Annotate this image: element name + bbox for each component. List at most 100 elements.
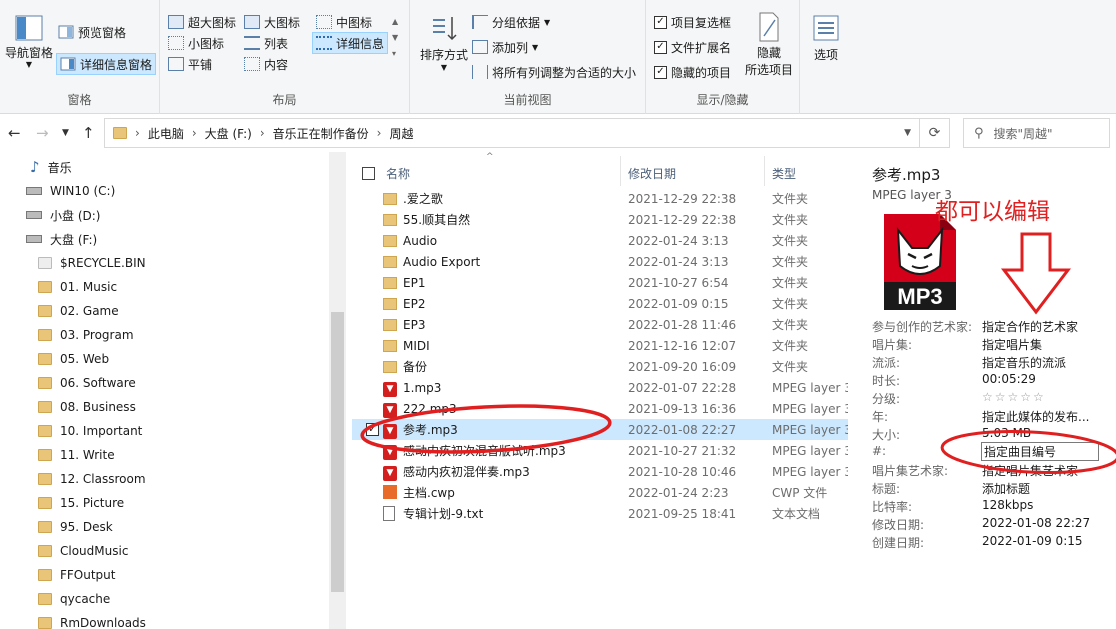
hide-selected-button[interactable]: 隐藏 所选项目 <box>742 12 796 78</box>
file-row[interactable]: ✓ ▼ 参考.mp3 2022-01-08 22:27 MPEG layer 3 <box>352 419 848 440</box>
file-row[interactable]: .爱之歌 2021-12-29 22:38 文件夹 <box>352 188 848 209</box>
details-pane-button[interactable]: 详细信息窗格 <box>56 53 157 75</box>
file-row[interactable]: 55.顺其自然 2021-12-29 22:38 文件夹 <box>352 209 848 230</box>
breadcrumb-item[interactable]: 音乐正在制作备份 <box>273 125 369 142</box>
file-row[interactable]: EP2 2022-01-09 0:15 文件夹 <box>352 293 848 314</box>
nav-item[interactable]: WIN10 (C:) <box>26 180 115 202</box>
property-row[interactable]: 年: 指定此媒体的发布... <box>872 408 1112 426</box>
checkbox-checked-icon[interactable]: ✓ <box>654 65 667 79</box>
property-value: 2022-01-08 22:27 <box>982 516 1091 530</box>
property-row[interactable]: 参与创作的艺术家: 指定合作的艺术家 <box>872 318 1112 336</box>
layout-medium-icons[interactable]: 中图标 <box>316 12 372 32</box>
breadcrumb-separator-icon[interactable]: › <box>260 126 265 140</box>
nav-item[interactable]: 02. Game <box>38 300 119 322</box>
breadcrumb-item[interactable]: 此电脑 <box>148 125 184 142</box>
select-all-checkbox-wrap <box>362 162 375 184</box>
property-row[interactable]: 分级: ☆☆☆☆☆ <box>872 390 1112 408</box>
column-divider[interactable] <box>620 156 621 186</box>
nav-item[interactable]: 08. Business <box>38 396 136 418</box>
file-row[interactable]: MIDI 2021-12-16 12:07 文件夹 <box>352 335 848 356</box>
file-row[interactable]: EP3 2022-01-28 11:46 文件夹 <box>352 314 848 335</box>
file-row[interactable]: ▼ 222.mp3 2021-09-13 16:36 MPEG layer 3 <box>352 398 848 419</box>
nav-scrollbar-thumb[interactable] <box>331 312 344 592</box>
breadcrumb-separator-icon[interactable]: › <box>192 126 197 140</box>
layout-scroll-arrows[interactable]: ▲ ▼ ▾ <box>392 14 398 62</box>
file-ext-toggle[interactable]: ✓ 文件扩展名 <box>654 37 731 57</box>
nav-item[interactable]: 11. Write <box>38 444 115 466</box>
nav-pane-button[interactable]: 导航窗格 ▼ <box>4 14 54 69</box>
sort-by-button[interactable]: 排序方式 ▼ <box>418 14 470 72</box>
mp3-file-icon: ▼ <box>383 380 397 397</box>
layout-details[interactable]: 详细信息 <box>312 32 389 54</box>
add-column-button[interactable]: 添加列 ▼ <box>472 37 538 57</box>
item-checkbox-toggle[interactable]: ✓ 项目复选框 <box>654 12 731 32</box>
nav-item[interactable]: 12. Classroom <box>38 468 146 490</box>
refresh-button[interactable]: ⟳ <box>920 118 950 148</box>
nav-item[interactable]: 03. Program <box>38 324 134 346</box>
file-row[interactable]: ▼ 感动内疚初次混音版试听.mp3 2021-10-27 21:32 MPEG lay… <box>352 440 848 461</box>
row-checkbox[interactable]: ✓ <box>366 423 379 436</box>
breadcrumb-separator-icon[interactable]: › <box>135 126 140 140</box>
address-bar[interactable]: › 此电脑 › 大盘 (F:) › 音乐正在制作备份 › 周越 ▼ <box>104 118 920 148</box>
property-row[interactable]: 流派: 指定音乐的流派 <box>872 354 1112 372</box>
column-header-name[interactable]: 名称 <box>386 162 410 184</box>
select-all-checkbox[interactable] <box>362 166 375 180</box>
layout-list[interactable]: 列表 <box>244 33 288 53</box>
layout-small-icons[interactable]: 小图标 <box>168 33 224 53</box>
nav-item[interactable]: 大盘 (F:) <box>26 228 97 250</box>
checkbox-checked-icon[interactable]: ✓ <box>654 15 667 29</box>
preview-pane-button[interactable]: 预览窗格 <box>58 22 126 42</box>
file-row[interactable]: 专辑计划-9.txt 2021-09-25 18:41 文本文档 <box>352 503 848 524</box>
nav-scrollbar[interactable] <box>329 152 346 629</box>
column-divider[interactable] <box>764 156 765 186</box>
file-row[interactable]: ▼ 感动内疚初混伴奏.mp3 2021-10-28 10:46 MPEG layer … <box>352 461 848 482</box>
layout-tiles[interactable]: 平铺 <box>168 54 212 74</box>
layout-large-icons[interactable]: 大图标 <box>244 12 300 32</box>
up-arrow-icon[interactable]: ↑ <box>82 124 95 142</box>
nav-item[interactable]: CloudMusic <box>38 540 128 562</box>
forward-arrow-icon[interactable]: → <box>36 124 49 142</box>
file-row[interactable]: 备份 2021-09-20 16:09 文件夹 <box>352 356 848 377</box>
track-number-input[interactable]: 指定曲目编号 <box>981 442 1099 461</box>
nav-item[interactable]: 小盘 (D:) <box>26 204 100 226</box>
breadcrumb-item[interactable]: 周越 <box>389 125 413 142</box>
checkbox-checked-icon[interactable]: ✓ <box>654 40 667 54</box>
nav-item[interactable]: 10. Important <box>38 420 142 442</box>
fit-columns-button[interactable]: 将所有列调整为合适的大小 <box>472 62 636 82</box>
file-row[interactable]: Audio Export 2022-01-24 3:13 文件夹 <box>352 251 848 272</box>
column-header-modified[interactable]: 修改日期 <box>628 162 676 184</box>
nav-item[interactable]: 95. Desk <box>38 516 113 538</box>
nav-item[interactable]: 15. Picture <box>38 492 124 514</box>
property-row[interactable]: 唱片集: 指定唱片集 <box>872 336 1112 354</box>
layout-content[interactable]: 内容 <box>244 54 288 74</box>
search-box[interactable]: ⚲ 搜索"周越" <box>963 118 1110 148</box>
property-row[interactable]: 唱片集艺术家: 指定唱片集艺术家 <box>872 462 1112 480</box>
file-row[interactable]: EP1 2021-10-27 6:54 文件夹 <box>352 272 848 293</box>
nav-item[interactable]: FFOutput <box>38 564 116 586</box>
property-row[interactable]: 比特率: 128kbps <box>872 498 1112 516</box>
layout-extra-large-icons[interactable]: 超大图标 <box>168 12 236 32</box>
property-row[interactable]: 创建日期: 2022-01-09 0:15 <box>872 534 1112 552</box>
column-header-type[interactable]: 类型 <box>772 162 796 184</box>
file-row[interactable]: ▼ 1.mp3 2022-01-07 22:28 MPEG layer 3 <box>352 377 848 398</box>
breadcrumb-item[interactable]: 大盘 (F:) <box>205 125 252 142</box>
address-dropdown-icon[interactable]: ▼ <box>904 128 911 138</box>
nav-item[interactable]: 05. Web <box>38 348 109 370</box>
recent-chevron-icon[interactable]: ▼ <box>62 128 69 138</box>
property-row[interactable]: 修改日期: 2022-01-08 22:27 <box>872 516 1112 534</box>
property-row[interactable]: 标题: 添加标题 <box>872 480 1112 498</box>
nav-item[interactable]: 01. Music <box>38 276 117 298</box>
nav-item[interactable]: ♪ 音乐 <box>30 156 72 178</box>
file-row[interactable]: Audio 2022-01-24 3:13 文件夹 <box>352 230 848 251</box>
nav-item[interactable]: $RECYCLE.BIN <box>38 252 146 274</box>
nav-item[interactable]: RmDownloads <box>38 612 146 629</box>
group-by-button[interactable]: 分组依据 ▼ <box>472 12 550 32</box>
nav-item[interactable]: qycache <box>38 588 110 610</box>
options-button[interactable]: 选项 <box>806 14 846 63</box>
back-arrow-icon[interactable]: ← <box>8 124 21 142</box>
hidden-items-toggle[interactable]: ✓ 隐藏的项目 <box>654 62 731 82</box>
mp3-file-icon: ▼ <box>383 443 397 460</box>
breadcrumb-separator-icon[interactable]: › <box>377 126 382 140</box>
nav-item[interactable]: 06. Software <box>38 372 136 394</box>
file-row[interactable]: 主档.cwp 2022-01-24 2:23 CWP 文件 <box>352 482 848 503</box>
